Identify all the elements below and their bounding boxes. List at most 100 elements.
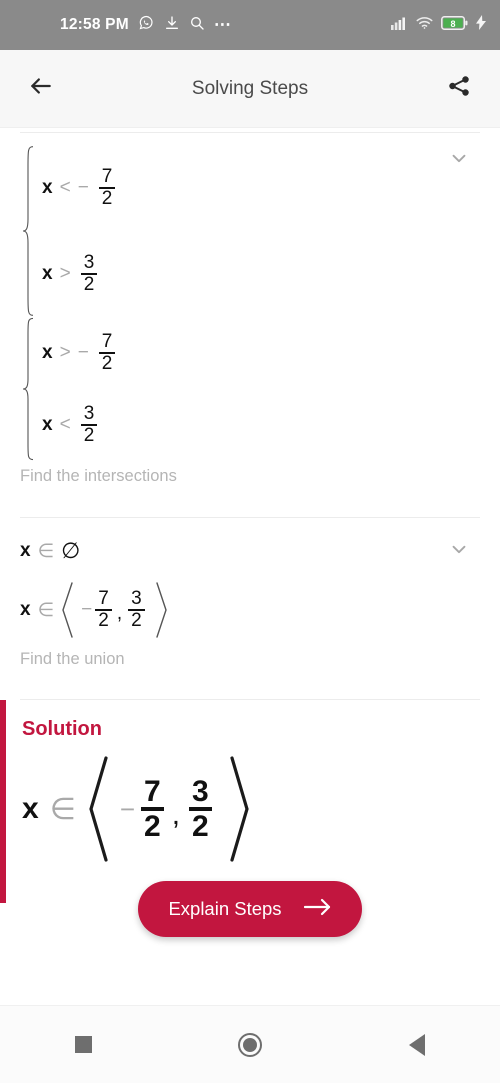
denominator: 2 — [141, 807, 164, 842]
left-brace-icon — [20, 317, 42, 461]
status-bar: 12:58 PM ⋯ 8 — [0, 0, 500, 50]
negative-sign: − — [81, 599, 93, 620]
fraction-upper-bound: 3 2 — [128, 589, 145, 631]
variable: x — [42, 263, 53, 284]
interval-comma: , — [171, 798, 181, 832]
numerator: 7 — [98, 588, 109, 610]
denominator: 2 — [98, 187, 116, 209]
angle-bracket-close-icon — [155, 582, 168, 638]
variable: x — [20, 599, 31, 620]
more-icon: ⋯ — [213, 15, 233, 34]
search-icon — [189, 15, 205, 36]
denominator: 2 — [80, 424, 98, 446]
chevron-down-icon[interactable] — [448, 538, 470, 560]
step-systems[interactable]: x < − 7 2 x > 3 2 x > − 7 2 x < 3 2 — [0, 133, 500, 461]
recents-button[interactable] — [55, 1017, 111, 1073]
explain-steps-label: Explain Steps — [168, 898, 282, 919]
status-time: 12:58 PM — [60, 16, 129, 33]
system-1: x < − 7 2 x > 3 2 — [20, 145, 480, 317]
interval-comma: , — [116, 602, 123, 624]
denominator: 2 — [95, 609, 112, 631]
denominator: 2 — [80, 273, 98, 295]
page-title: Solving Steps — [191, 77, 309, 99]
variable: x — [42, 177, 53, 198]
fraction: 7 2 — [98, 166, 116, 209]
chevron-down-icon[interactable] — [448, 147, 470, 169]
angle-bracket-open-icon — [61, 582, 74, 638]
solution-expression: x ∈ − 7 2 , 3 2 — [0, 741, 500, 863]
relational-operator: < — [59, 414, 71, 435]
numerator: 7 — [101, 331, 113, 353]
system-2: x > − 7 2 x < 3 2 — [20, 317, 480, 461]
charging-bolt-icon — [476, 15, 486, 35]
interval-body: − 7 2 , 3 2 — [120, 776, 218, 842]
numerator: 3 — [192, 774, 209, 808]
interval-body: − 7 2 , 3 2 — [81, 589, 148, 631]
variable: x — [22, 792, 39, 825]
share-icon — [447, 74, 471, 103]
negative-sign: − — [77, 177, 89, 198]
system-1-rows: x < − 7 2 x > 3 2 — [42, 145, 480, 317]
numerator: 3 — [83, 403, 95, 425]
left-brace-icon — [20, 145, 42, 317]
fraction-lower-bound: 7 2 — [95, 589, 112, 631]
android-nav-bar — [0, 1005, 500, 1083]
explain-steps-container: Explain Steps — [0, 881, 500, 937]
status-bar-left: 12:58 PM ⋯ — [60, 14, 232, 36]
explain-steps-button[interactable]: Explain Steps — [138, 881, 362, 937]
solution-section: Solution x ∈ − 7 2 , 3 2 — [0, 700, 500, 903]
signal-icon — [391, 16, 408, 35]
relational-operator: > — [59, 342, 71, 363]
whatsapp-icon — [138, 14, 155, 36]
empty-set-symbol: ∅ — [61, 538, 81, 563]
home-circle-icon — [237, 1032, 262, 1057]
solution-heading: Solution — [22, 718, 102, 740]
negative-sign: − — [119, 793, 136, 824]
app-bar: Solving Steps — [0, 50, 500, 128]
denominator: 2 — [189, 807, 212, 842]
element-of-operator: ∈ — [49, 792, 76, 826]
step-intersection-results[interactable]: x ∈ ∅ x ∈ − 7 2 , 3 2 — [0, 518, 500, 638]
numerator: 3 — [83, 252, 95, 274]
numerator: 3 — [131, 588, 142, 610]
back-nav-button[interactable] — [389, 1017, 445, 1073]
angle-bracket-open-icon — [87, 755, 109, 863]
variable: x — [42, 414, 53, 435]
download-icon — [164, 15, 180, 36]
wifi-icon — [416, 16, 433, 35]
element-of-operator: ∈ — [37, 540, 55, 562]
recents-square-icon — [74, 1036, 92, 1053]
solution-accent-bar — [0, 700, 6, 903]
inequality-row: x > 3 2 — [42, 231, 480, 317]
inequality-row: x < 3 2 — [42, 389, 480, 461]
status-bar-right: 8 — [391, 15, 486, 35]
system-2-rows: x > − 7 2 x < 3 2 — [42, 317, 480, 461]
back-arrow-icon — [28, 73, 54, 104]
denominator: 2 — [128, 609, 145, 631]
numerator: 7 — [101, 166, 113, 188]
battery-icon: 8 — [441, 15, 468, 35]
fraction: 3 2 — [80, 403, 98, 446]
hint-find-intersections: Find the intersections — [20, 467, 177, 485]
back-button[interactable] — [22, 70, 60, 108]
inequality-row: x > − 7 2 — [42, 317, 480, 389]
empty-set-result: x ∈ ∅ — [20, 538, 480, 564]
interval-result: x ∈ − 7 2 , 3 2 — [20, 582, 480, 638]
fraction: 3 2 — [80, 252, 98, 295]
variable: x — [42, 342, 53, 363]
back-triangle-icon — [408, 1033, 425, 1056]
fraction: 7 2 — [98, 331, 116, 374]
negative-sign: − — [77, 342, 89, 363]
fraction-lower-bound: 7 2 — [141, 776, 164, 842]
element-of-operator: ∈ — [37, 599, 55, 621]
hint-find-union: Find the union — [20, 650, 125, 668]
arrow-right-icon — [303, 897, 332, 922]
solving-steps-content: x < − 7 2 x > 3 2 x > − 7 2 x < 3 2 Find… — [0, 132, 500, 1009]
home-button[interactable] — [222, 1017, 278, 1073]
relational-operator: > — [59, 263, 71, 284]
share-button[interactable] — [440, 70, 478, 108]
inequality-row: x < − 7 2 — [42, 145, 480, 231]
fraction-upper-bound: 3 2 — [189, 776, 212, 842]
battery-level-text: 8 — [450, 19, 455, 29]
denominator: 2 — [98, 352, 116, 374]
